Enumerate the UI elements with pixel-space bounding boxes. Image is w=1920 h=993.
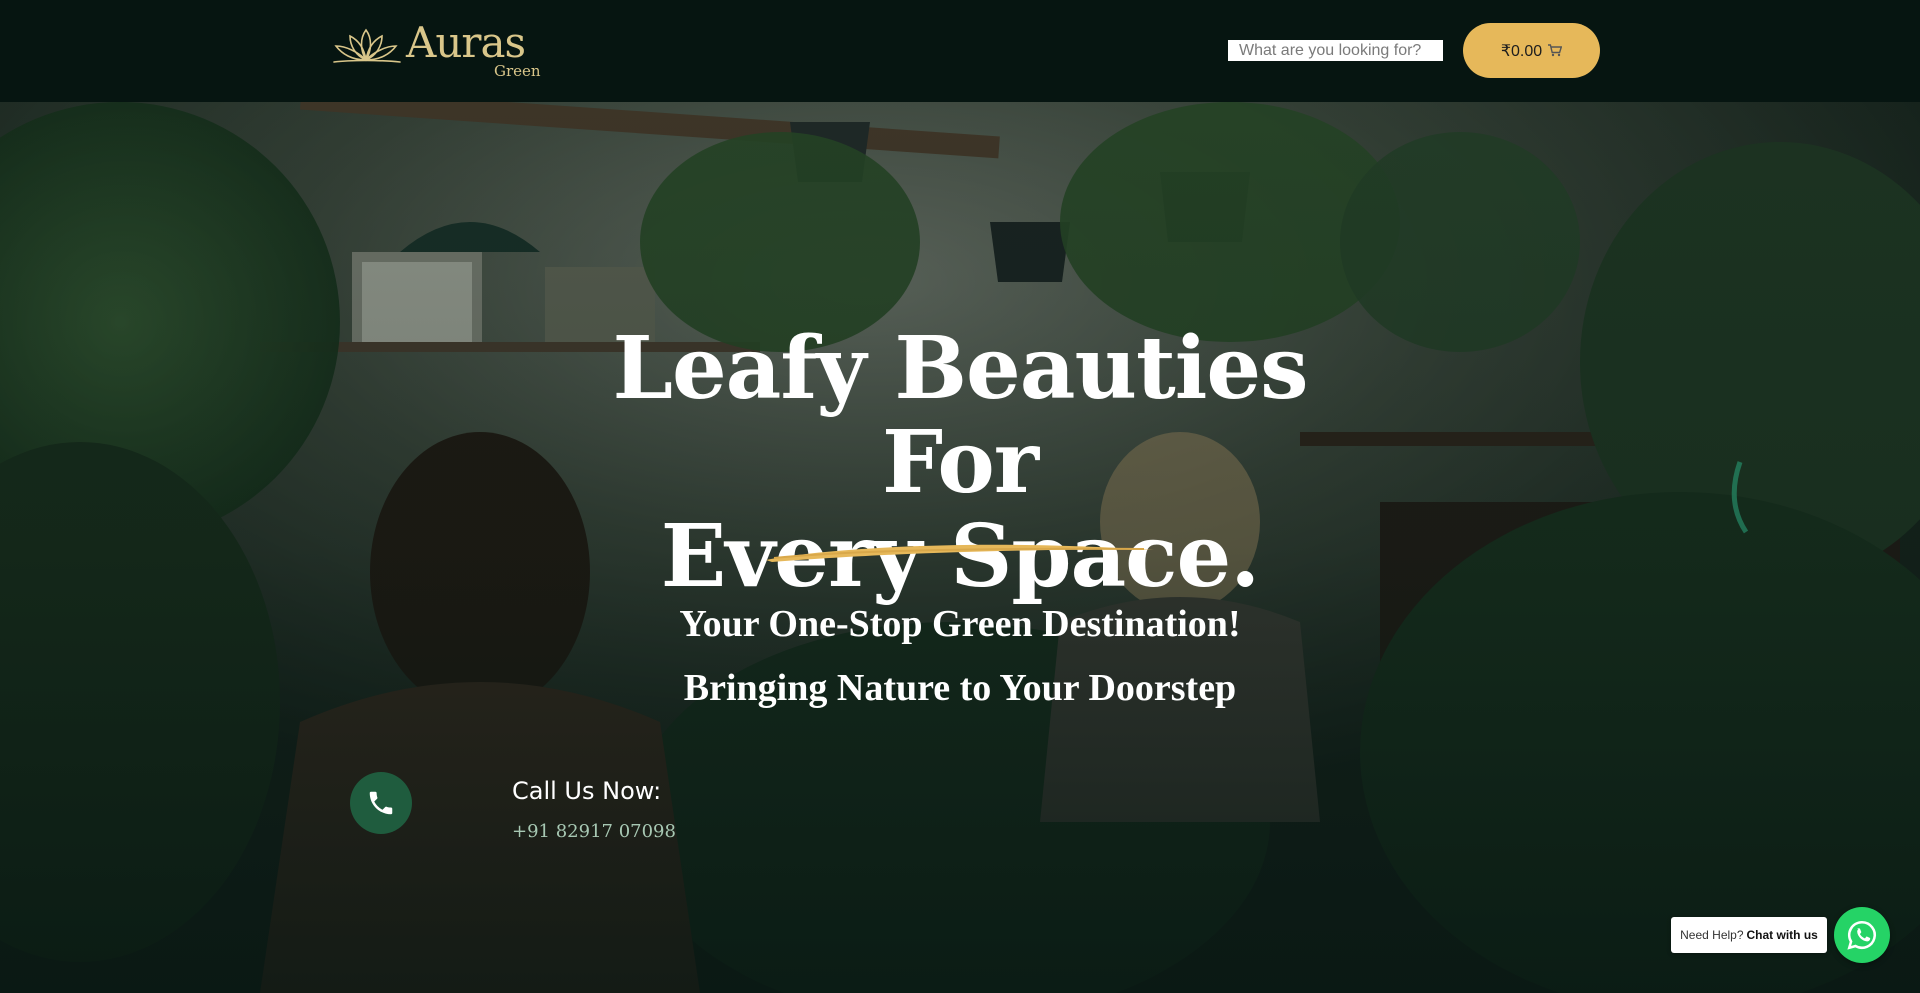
cart-total: ₹0.00 (1500, 42, 1543, 60)
logo[interactable]: Auras Green (330, 18, 550, 82)
cart-button[interactable]: ₹0.00 (1463, 23, 1600, 78)
whatsapp-icon (1847, 920, 1876, 950)
whatsapp-button[interactable] (1834, 907, 1890, 963)
search-input[interactable] (1228, 40, 1443, 61)
chat-help-bubble[interactable]: Need Help? Chat with us (1671, 917, 1827, 953)
site-header: Auras Green ₹0.00 (0, 0, 1920, 102)
chat-help-bold-text: Chat with us (1746, 928, 1818, 942)
chat-help-text: Need Help? (1680, 928, 1744, 942)
call-label: Call Us Now: (512, 777, 662, 805)
hero-title-line1: Leafy Beauties For (612, 318, 1309, 513)
call-phone-number[interactable]: +91 82917 07098 (512, 821, 676, 842)
call-button[interactable] (350, 772, 412, 834)
phone-icon (369, 791, 393, 815)
brush-underline-decoration (766, 544, 1154, 562)
hero-section: Leafy Beauties For Every Space. Your One… (0, 102, 1920, 993)
hero-tagline-primary: Your One-Stop Green Destination! (679, 603, 1241, 645)
lotus-logo-icon (333, 28, 401, 63)
hero-tagline-secondary: Bringing Nature to Your Doorstep (683, 667, 1237, 709)
logo-subtitle: Green (494, 62, 541, 80)
cart-icon (1548, 44, 1563, 57)
logo-wordmark: Auras (406, 18, 526, 67)
